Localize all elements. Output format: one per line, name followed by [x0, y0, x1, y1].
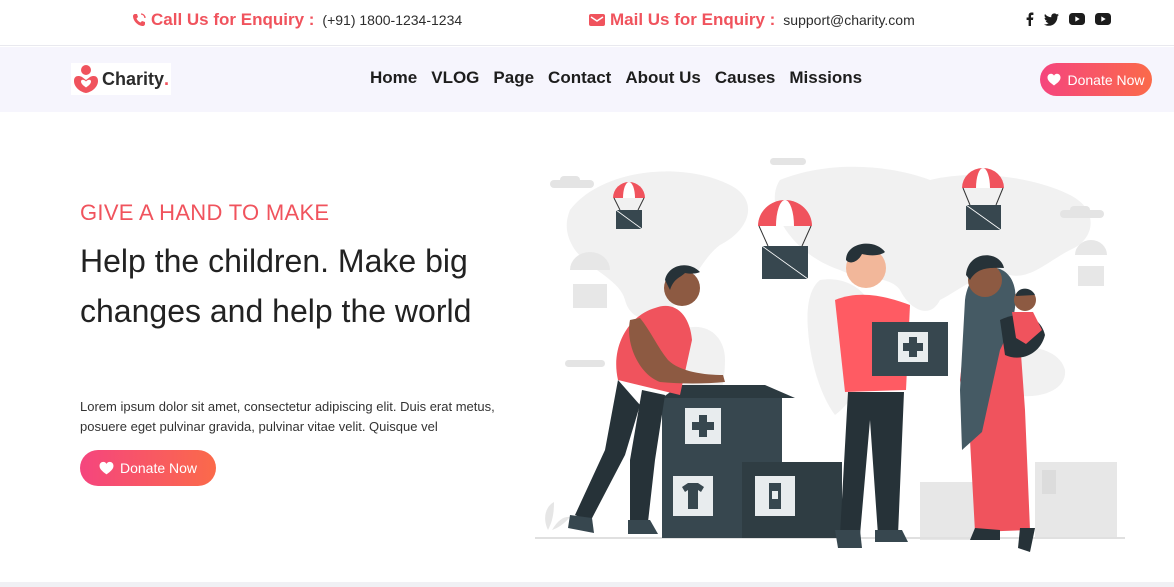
main-navigation: Charity. Home VLOG Page Contact About Us…: [0, 47, 1174, 112]
nav-item-about-us[interactable]: About Us: [625, 68, 701, 88]
hero-subtitle: GIVE A HAND TO MAKE: [80, 200, 330, 225]
mail-icon: [589, 14, 605, 26]
bottom-divider: [0, 582, 1174, 587]
logo-text: Charity: [102, 68, 165, 89]
mail-label: Mail Us for Enquiry :: [610, 10, 776, 29]
nav-menu: Home VLOG Page Contact About Us Causes M…: [370, 68, 862, 88]
logo-dot: .: [164, 68, 170, 89]
social-links: [1026, 12, 1111, 26]
top-bar: Call Us for Enquiry : (+91) 1800-1234-12…: [0, 0, 1174, 46]
nav-donate-label: Donate Now: [1067, 71, 1145, 88]
youtube-icon[interactable]: [1095, 12, 1111, 26]
heart-icon: [1047, 73, 1061, 86]
charity-logo-icon: [74, 65, 98, 93]
hero-illustration: [535, 158, 1125, 552]
supply-boxes: [662, 385, 842, 538]
nav-donate-button[interactable]: Donate Now: [1040, 63, 1152, 96]
call-label: Call Us for Enquiry :: [151, 10, 315, 29]
mail-enquiry: Mail Us for Enquiry : support@charity.co…: [588, 10, 915, 30]
hero-donate-label: Donate Now: [119, 460, 198, 476]
plant: [545, 502, 570, 530]
hero-donate-button[interactable]: Donate Now: [80, 450, 216, 486]
heart-icon: [99, 461, 114, 475]
nav-item-vlog[interactable]: VLOG: [431, 68, 479, 88]
call-phone-number[interactable]: (+91) 1800-1234-1234: [322, 12, 462, 28]
nav-item-causes[interactable]: Causes: [715, 68, 775, 88]
twitter-icon[interactable]: [1044, 12, 1059, 26]
youtube-icon[interactable]: [1069, 12, 1085, 26]
nav-item-missions[interactable]: Missions: [789, 68, 862, 88]
nav-item-contact[interactable]: Contact: [548, 68, 611, 88]
nav-item-home[interactable]: Home: [370, 68, 417, 88]
phone-icon: [133, 13, 146, 26]
facebook-icon[interactable]: [1026, 12, 1034, 26]
call-enquiry: Call Us for Enquiry : (+91) 1800-1234-12…: [131, 10, 462, 30]
nav-item-page[interactable]: Page: [493, 68, 534, 88]
hero-title: Help the children. Make big changes and …: [80, 243, 472, 329]
mail-address[interactable]: support@charity.com: [783, 12, 914, 28]
logo[interactable]: Charity.: [71, 63, 172, 95]
hero-description: Lorem ipsum dolor sit amet, consectetur …: [80, 399, 495, 434]
